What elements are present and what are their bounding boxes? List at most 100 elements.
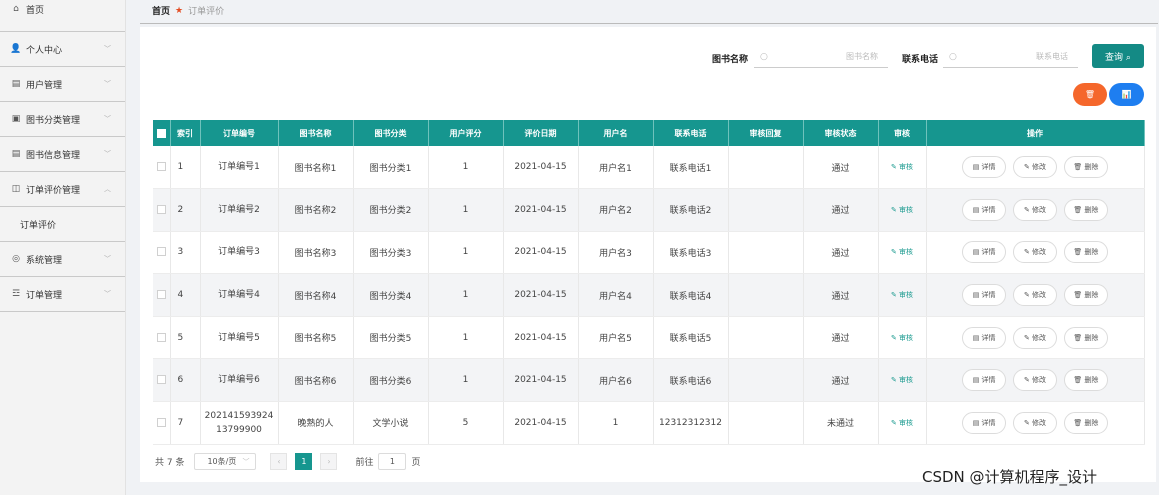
- column-header: 图书名称: [278, 120, 354, 146]
- row-checkbox[interactable]: [156, 375, 166, 385]
- row-select-cell[interactable]: [153, 401, 171, 445]
- book-name-input[interactable]: ○ 图书名称: [754, 46, 888, 68]
- row-checkbox[interactable]: [156, 247, 166, 257]
- cell-phone: 联系电话4: [653, 273, 729, 317]
- edit-button[interactable]: ✎ 修改: [1013, 284, 1057, 307]
- audit-link[interactable]: ✎ 审核: [891, 376, 913, 384]
- delete-button[interactable]: 🗑 删除: [1063, 156, 1108, 179]
- audit-link[interactable]: ✎ 审核: [891, 291, 913, 299]
- audit-link[interactable]: ✎ 审核: [891, 248, 913, 256]
- actions-cell: ▤ 详情 ✎ 修改 🗑 删除: [926, 231, 1145, 275]
- row-select-cell[interactable]: [153, 231, 171, 275]
- audit-link[interactable]: ✎ 审核: [891, 206, 913, 214]
- audit-link[interactable]: ✎ 审核: [891, 334, 913, 342]
- cell-book: 图书名称4: [278, 273, 354, 317]
- actions-cell: ▤ 详情 ✎ 修改 🗑 删除: [926, 188, 1145, 232]
- audit-link[interactable]: ✎ 审核: [891, 163, 913, 171]
- edit-button[interactable]: ✎ 修改: [1013, 369, 1057, 392]
- cell-user: 用户名4: [578, 273, 654, 317]
- row-select-cell[interactable]: [153, 146, 171, 190]
- cell-order-no: 订单编号5: [200, 316, 279, 360]
- audit-link[interactable]: ✎ 审核: [891, 419, 913, 427]
- page-size-select[interactable]: 10条/页 ﹀: [194, 453, 257, 470]
- table-row[interactable]: 6 订单编号6 图书名称6 图书分类6 1 2021-04-15 用户名6 联系电话6 通过 ✎ …: [153, 358, 1145, 403]
- sidebar-item-review-manage[interactable]: ◫ 订单评价管理 ︿: [0, 172, 125, 207]
- next-page-button[interactable]: ›: [320, 453, 338, 470]
- cell-book: 晚熟的人: [278, 401, 354, 445]
- detail-button[interactable]: ▤ 详情: [962, 284, 1007, 307]
- detail-button[interactable]: ▤ 详情: [962, 326, 1007, 349]
- edit-button[interactable]: ✎ 修改: [1013, 411, 1057, 434]
- column-header: 索引: [170, 120, 201, 146]
- delete-button[interactable]: 🗑 删除: [1063, 326, 1108, 349]
- prev-page-button[interactable]: ‹: [270, 453, 288, 470]
- cell-date: 2021-04-15: [503, 146, 579, 190]
- delete-button[interactable]: 🗑 删除: [1063, 369, 1108, 392]
- edit-button[interactable]: ✎ 修改: [1013, 156, 1057, 179]
- detail-button[interactable]: ▤ 详情: [962, 411, 1007, 434]
- table-row[interactable]: 2 订单编号2 图书名称2 图书分类2 1 2021-04-15 用户名2 联系电话2 通过 ✎ …: [153, 188, 1145, 232]
- system-icon: ◎: [12, 254, 20, 264]
- cell-score: 1: [428, 146, 504, 190]
- sidebar-item-home[interactable]: ⌂ 首页: [0, 0, 125, 18]
- cell-book: 图书名称5: [278, 316, 354, 360]
- detail-button[interactable]: ▤ 详情: [962, 369, 1007, 392]
- row-select-cell[interactable]: [153, 316, 171, 360]
- delete-button[interactable]: 🗑 删除: [1063, 411, 1108, 434]
- trash-icon: 🗑: [1084, 90, 1096, 99]
- actions-cell: ▤ 详情 ✎ 修改 🗑 删除: [926, 316, 1145, 360]
- row-checkbox[interactable]: [156, 417, 166, 427]
- search-icon: ○: [949, 51, 957, 62]
- table-row[interactable]: 7 202141593924 13799900 晚熟的人 文学小说 5 2021-04-1…: [153, 401, 1145, 445]
- sidebar-item-profile[interactable]: 👤 个人中心 ﹀: [0, 32, 125, 67]
- table-row[interactable]: 4 订单编号4 图书名称4 图书分类4 1 2021-04-15 用户名4 联系电话4 通过 ✎ …: [153, 273, 1145, 317]
- select-all-checkbox[interactable]: [156, 128, 166, 138]
- row-select-cell[interactable]: [153, 358, 171, 403]
- edit-button[interactable]: ✎ 修改: [1013, 241, 1057, 264]
- cell-index: 7: [170, 401, 201, 445]
- chart-button[interactable]: 📊: [1109, 83, 1144, 106]
- goto-prefix: 前往: [355, 458, 374, 468]
- row-checkbox[interactable]: [156, 162, 166, 172]
- sidebar-item-system[interactable]: ◎ 系统管理 ﹀: [0, 242, 125, 277]
- delete-button[interactable]: 🗑 删除: [1063, 284, 1108, 307]
- cell-status: 通过: [803, 188, 879, 232]
- cell-category: 文学小说: [353, 401, 429, 445]
- sidebar-item-book-info[interactable]: ▤ 图书信息管理 ﹀: [0, 137, 125, 172]
- sidebar-item-book-category[interactable]: ▣ 图书分类管理 ﹀: [0, 102, 125, 137]
- cell-user: 用户名6: [578, 358, 654, 403]
- row-checkbox[interactable]: [156, 290, 166, 300]
- cell-reply: [728, 273, 804, 317]
- table-row[interactable]: 5 订单编号5 图书名称5 图书分类5 1 2021-04-15 用户名5 联系电话5 通过 ✎ …: [153, 316, 1145, 360]
- row-select-cell[interactable]: [153, 188, 171, 232]
- delete-button[interactable]: 🗑 删除: [1063, 198, 1108, 221]
- delete-button[interactable]: 🗑 删除: [1063, 241, 1108, 264]
- detail-button[interactable]: ▤ 详情: [962, 241, 1007, 264]
- query-button[interactable]: 查询 ⌕: [1092, 44, 1144, 68]
- row-checkbox[interactable]: [156, 204, 166, 214]
- select-all-cell[interactable]: [153, 120, 171, 146]
- row-select-cell[interactable]: [153, 273, 171, 317]
- batch-delete-button[interactable]: 🗑: [1073, 83, 1107, 106]
- cell-reply: [728, 231, 804, 275]
- review-icon: ◫: [11, 184, 21, 194]
- cell-category: 图书分类2: [353, 188, 429, 232]
- table-row[interactable]: 3 订单编号3 图书名称3 图书分类3 1 2021-04-15 用户名3 联系电话3 通过 ✎ …: [153, 231, 1145, 275]
- edit-button[interactable]: ✎ 修改: [1013, 198, 1057, 221]
- sidebar-item-orders[interactable]: ☲ 订单管理 ﹀: [0, 277, 125, 312]
- table-row[interactable]: 1 订单编号1 图书名称1 图书分类1 1 2021-04-15 用户名1 联系电话1 通过 ✎ …: [153, 146, 1145, 190]
- category-icon: ▣: [11, 114, 21, 124]
- breadcrumb-home[interactable]: 首页: [152, 4, 170, 17]
- detail-button[interactable]: ▤ 详情: [962, 156, 1007, 179]
- sidebar-item-users[interactable]: ▤ 用户管理 ﹀: [0, 67, 125, 102]
- phone-input[interactable]: ○ 联系电话: [943, 46, 1078, 68]
- audit-cell: ✎ 审核: [878, 358, 927, 403]
- goto-page-input[interactable]: 1: [378, 453, 407, 470]
- page-number-current[interactable]: 1: [295, 453, 313, 470]
- sidebar-subitem-review[interactable]: 订单评价: [0, 207, 125, 242]
- cell-phone: 联系电话5: [653, 316, 729, 360]
- row-checkbox[interactable]: [156, 332, 166, 342]
- detail-button[interactable]: ▤ 详情: [962, 198, 1007, 221]
- edit-button[interactable]: ✎ 修改: [1013, 326, 1057, 349]
- cell-reply: [728, 358, 804, 403]
